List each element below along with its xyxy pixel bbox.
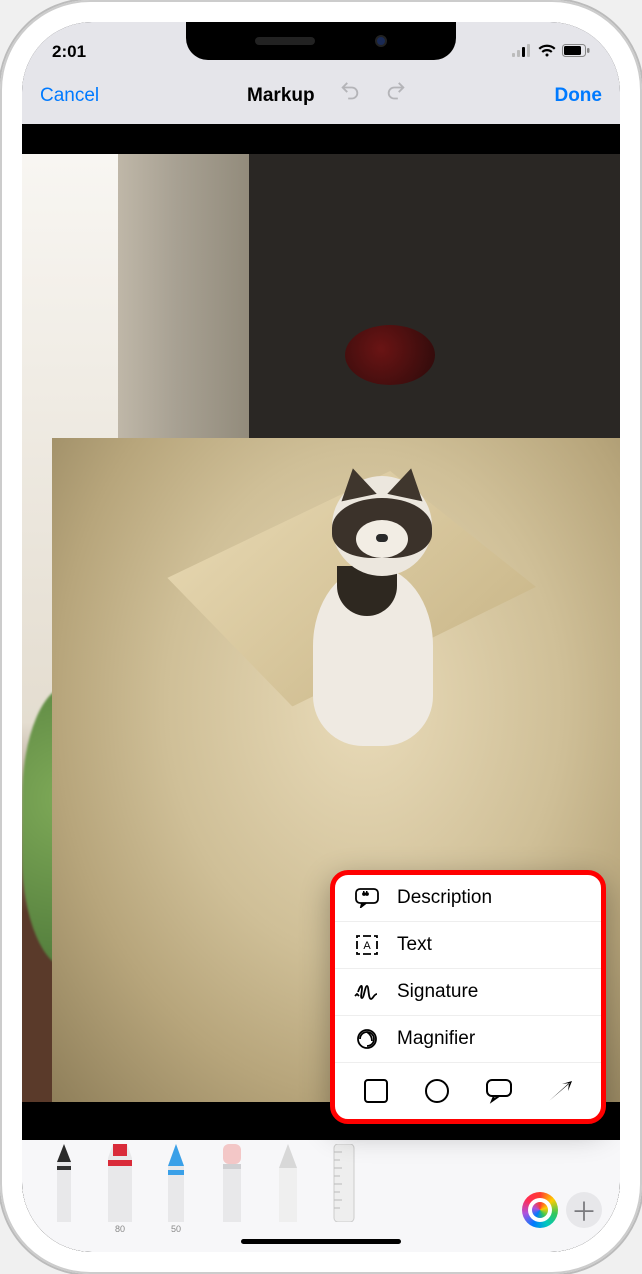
- svg-text:A: A: [363, 940, 371, 952]
- mute-switch: [0, 210, 2, 250]
- tool-size-label: 80: [115, 1224, 125, 1234]
- device-frame: 2:01 Cancel Markup: [0, 0, 642, 1274]
- pencil-tool[interactable]: 50: [152, 1144, 200, 1234]
- ruler-tool[interactable]: [320, 1144, 368, 1234]
- add-menu-popup: Description A Text Signature: [330, 870, 606, 1124]
- done-button[interactable]: Done: [554, 85, 602, 107]
- wifi-icon: [538, 42, 556, 62]
- photo-subject-cat: [297, 476, 457, 746]
- status-time: 2:01: [52, 42, 86, 62]
- shape-speech-bubble-button[interactable]: [483, 1075, 515, 1107]
- tool-size-label: 50: [171, 1224, 181, 1234]
- shape-circle-button[interactable]: [421, 1075, 453, 1107]
- redo-button[interactable]: [385, 82, 407, 110]
- color-picker-button[interactable]: [522, 1192, 558, 1228]
- cancel-button[interactable]: Cancel: [40, 85, 99, 107]
- battery-icon: [562, 42, 590, 62]
- signature-icon: [353, 982, 381, 1002]
- magnifier-icon: [353, 1028, 381, 1050]
- text-box-icon: A: [353, 935, 381, 955]
- volume-up: [0, 290, 2, 370]
- undo-button[interactable]: [339, 82, 361, 110]
- shape-row: [335, 1063, 601, 1119]
- status-right: [512, 42, 590, 62]
- eraser-tool[interactable]: [208, 1144, 256, 1234]
- menu-item-text[interactable]: A Text: [335, 922, 601, 969]
- menu-item-magnifier[interactable]: Magnifier: [335, 1016, 601, 1063]
- lasso-tool[interactable]: [264, 1144, 312, 1234]
- menu-item-label: Text: [397, 934, 432, 956]
- pen-tool[interactable]: [40, 1144, 88, 1234]
- content-area: Description A Text Signature: [22, 124, 620, 1252]
- shape-square-button[interactable]: [360, 1075, 392, 1107]
- page-title: Markup: [247, 85, 315, 107]
- speech-bubble-icon: [353, 888, 381, 908]
- nav-bar: Cancel Markup Done: [22, 68, 620, 124]
- menu-item-label: Signature: [397, 981, 478, 1003]
- screen: 2:01 Cancel Markup: [22, 22, 620, 1252]
- home-indicator[interactable]: [241, 1239, 401, 1244]
- shape-arrow-button[interactable]: [544, 1075, 576, 1107]
- menu-item-signature[interactable]: Signature: [335, 969, 601, 1016]
- markup-toolbar: 80 50: [22, 1140, 620, 1252]
- cell-signal-icon: [512, 42, 532, 62]
- menu-item-label: Description: [397, 887, 492, 909]
- menu-item-description[interactable]: Description: [335, 875, 601, 922]
- menu-item-label: Magnifier: [397, 1028, 475, 1050]
- notch: [186, 22, 456, 60]
- volume-down: [0, 390, 2, 470]
- add-button[interactable]: ＋: [566, 1192, 602, 1228]
- marker-tool[interactable]: 80: [96, 1144, 144, 1234]
